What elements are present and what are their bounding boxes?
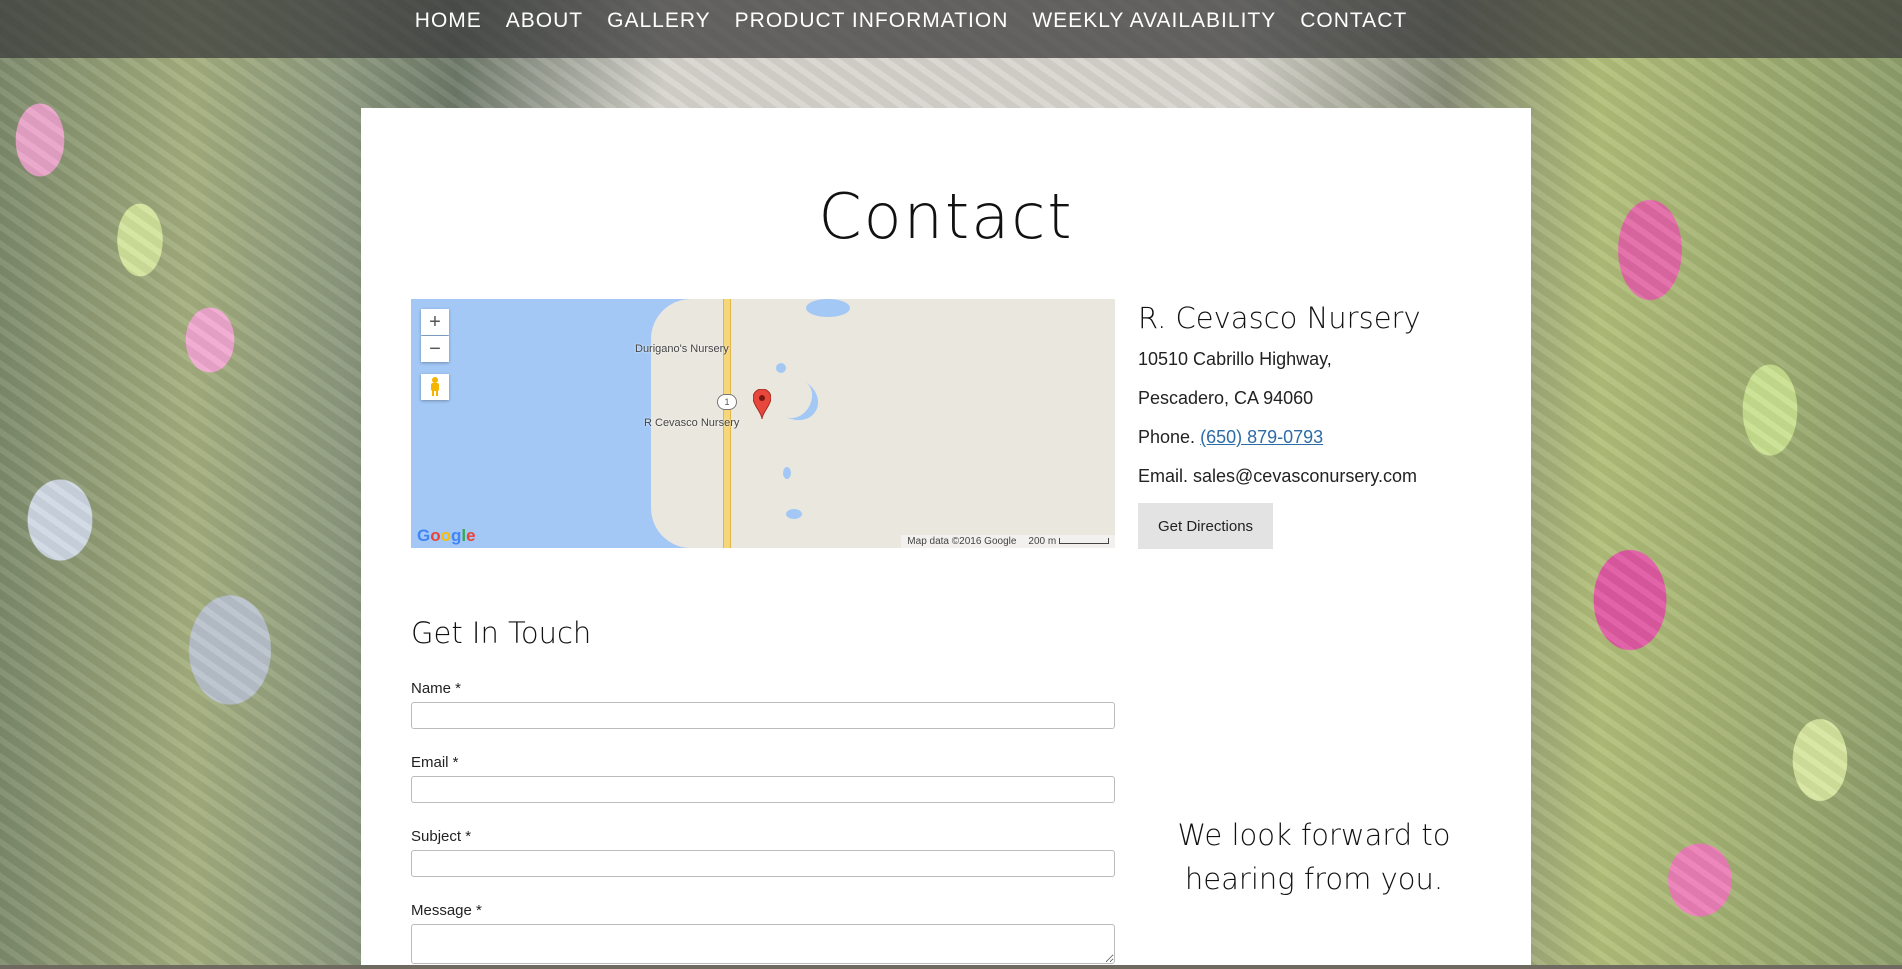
nav-link-gallery[interactable]: GALLERY [607, 9, 711, 32]
message-label: Message * [411, 902, 482, 919]
nav-link-about[interactable]: ABOUT [506, 9, 583, 32]
top-navigation: HOME ABOUT GALLERY PRODUCT INFORMATION W… [0, 0, 1902, 58]
nav-link-home[interactable]: HOME [415, 9, 482, 32]
nav-link-contact[interactable]: CONTACT [1300, 9, 1407, 32]
pegman-icon[interactable] [421, 374, 449, 400]
highway-shield: 1 [717, 394, 737, 410]
phone-link[interactable]: (650) 879-0793 [1200, 427, 1323, 447]
nav-link-weekly-availability[interactable]: WEEKLY AVAILABILITY [1032, 9, 1276, 32]
nav-link-product-information[interactable]: PRODUCT INFORMATION [735, 9, 1009, 32]
email-field-group: Email * [411, 754, 1115, 803]
map-water [786, 509, 802, 519]
phone-prefix: Phone. [1138, 427, 1196, 447]
subject-label: Subject * [411, 828, 472, 845]
name-label: Name * [411, 680, 462, 697]
email-line: Email. sales@cevasconursery.com [1138, 466, 1418, 486]
nav-item-product-information[interactable]: PRODUCT INFORMATION [735, 9, 1009, 33]
name-field-group: Name * [411, 680, 1115, 729]
map-land [691, 299, 1115, 548]
closing-message: We look forward to hearing from you. [1177, 818, 1451, 896]
map-attribution-text: Map data ©2016 Google [907, 536, 1017, 547]
map-zoom-out-button[interactable]: − [421, 336, 449, 362]
nav-item-about[interactable]: ABOUT [506, 9, 583, 33]
name-input[interactable] [411, 702, 1115, 729]
map-water [806, 299, 850, 317]
address-line-2: Pescadero, CA 94060 [1138, 388, 1314, 408]
map-footer: Google Map data ©2016 Google 200 m [411, 526, 1115, 548]
map-attribution: Map data ©2016 Google 200 m [901, 535, 1115, 548]
page-title: Contact [818, 180, 1074, 253]
subject-field-group: Subject * [411, 828, 1115, 877]
google-logo: Google [417, 526, 476, 545]
map-zoom-in-button[interactable]: + [421, 309, 449, 335]
get-directions-button[interactable]: Get Directions [1138, 503, 1274, 549]
nav-item-gallery[interactable]: GALLERY [607, 9, 711, 33]
map-marker-icon[interactable] [753, 389, 771, 419]
nav-item-contact[interactable]: CONTACT [1300, 9, 1407, 33]
map-label-cevasco: R Cevasco Nursery [644, 417, 740, 429]
message-field-group: Message * [411, 902, 1115, 969]
map-scale-label: 200 m [1028, 536, 1057, 547]
map-water [776, 363, 786, 373]
business-name: R. Cevasco Nursery [1138, 301, 1421, 335]
subject-input[interactable] [411, 850, 1115, 877]
scale-bar [1059, 538, 1109, 545]
email-input[interactable] [411, 776, 1115, 803]
business-info: R. Cevasco Nursery 10510 Cabrillo Highwa… [1138, 301, 1498, 549]
nav-item-weekly-availability[interactable]: WEEKLY AVAILABILITY [1032, 9, 1276, 33]
email-label: Email * [411, 754, 459, 771]
map-scale: 200 m [1028, 536, 1109, 547]
map-water [783, 467, 791, 479]
nav-item-home[interactable]: HOME [415, 9, 482, 33]
address-line-1: 10510 Cabrillo Highway, [1138, 349, 1332, 369]
map-label-durigano: Durigano's Nursery [635, 343, 729, 355]
message-textarea[interactable] [411, 924, 1115, 964]
map[interactable]: + − Durigano's Nursery R Cevasco Nursery… [411, 299, 1115, 548]
content-panel: Contact + − Durigano's Nursery R Cevasco… [361, 108, 1531, 965]
phone-line: Phone. (650) 879-0793 [1138, 427, 1498, 448]
form-title: Get In Touch [411, 616, 592, 650]
